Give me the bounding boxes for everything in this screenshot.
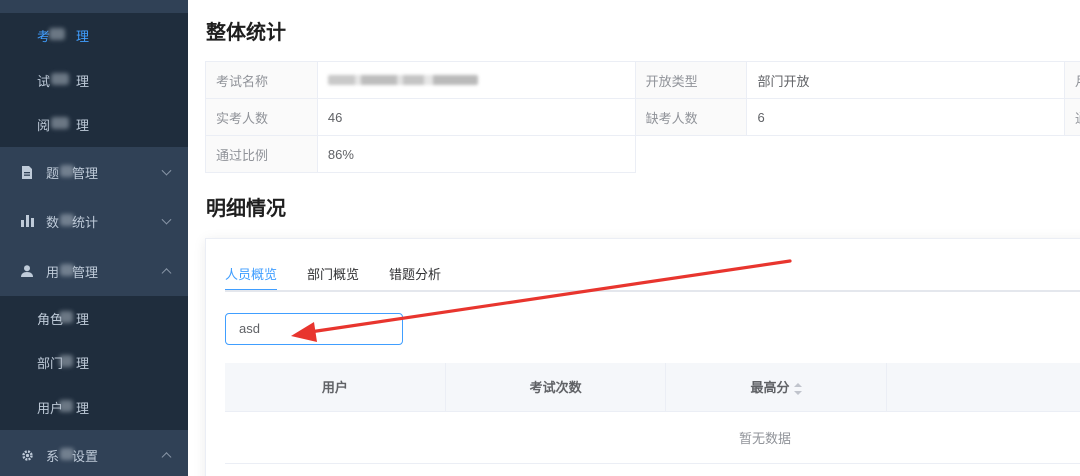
sidebar-item-label: 题库管理	[46, 164, 99, 181]
table-empty-row: 暂无数据	[225, 411, 1080, 464]
chevron-up-icon	[161, 452, 172, 463]
redaction-blur	[59, 355, 73, 367]
stats-row: 考试名称 开放类型 部门开放 月	[205, 61, 1080, 99]
sort-icon[interactable]	[793, 382, 802, 395]
search-input[interactable]: asd	[225, 313, 403, 345]
overall-stats-title: 整体统计	[206, 20, 286, 44]
sidebar-menu-question-management[interactable]: 题库管理	[0, 147, 188, 197]
sidebar-item-label: 试卷管理	[37, 73, 90, 89]
redaction-blur	[60, 263, 74, 276]
redaction-blur	[60, 164, 74, 177]
column-header-highest-score[interactable]: 最高分	[665, 363, 887, 412]
column-header-user: 用户	[225, 363, 446, 412]
user-icon	[20, 264, 34, 278]
sidebar-item-label: 系统设置	[46, 447, 99, 464]
stat-label: 开放类型	[634, 61, 748, 99]
stat-label: 缺考人数	[634, 98, 748, 136]
chevron-down-icon	[161, 214, 172, 225]
chevron-down-icon	[161, 165, 172, 176]
stat-label: 通	[1063, 98, 1080, 136]
overall-stats-table: 考试名称 开放类型 部门开放 月 实考人数 46 缺考人数 6 通 通过比例 8…	[205, 61, 1080, 173]
chevron-up-icon	[161, 268, 172, 279]
redaction-blur	[59, 311, 73, 323]
exam-name-value	[316, 61, 636, 99]
sidebar-menu-system-settings[interactable]: 系统设置	[0, 430, 188, 476]
sidebar-item-label: 用户管理	[46, 263, 99, 280]
sidebar-menu-data-statistics[interactable]: 数据统计	[0, 196, 188, 246]
empty-text: 暂无数据	[225, 411, 1080, 464]
stat-label: 月	[1063, 61, 1080, 99]
detail-card: 人员概览 部门概览 错题分析 asd 用户 考试次数 最高分 暂无数据	[205, 238, 1080, 476]
tab-personnel-overview[interactable]: 人员概览	[225, 265, 278, 291]
stat-value: 46	[316, 98, 636, 136]
bar-chart-icon	[20, 214, 34, 228]
tabs-divider	[225, 290, 1080, 292]
sidebar-item-user-management[interactable]: 用户管理	[0, 385, 188, 430]
stat-label: 通过比例	[205, 135, 318, 173]
redaction-blur	[60, 213, 74, 226]
stat-label: 考试名称	[205, 61, 318, 99]
stat-value: 86%	[316, 135, 636, 173]
redaction-blur	[327, 74, 478, 85]
table-header-row: 用户 考试次数 最高分	[225, 363, 1080, 412]
stats-row: 通过比例 86%	[205, 135, 1080, 173]
sidebar-item-label: 角色管理	[37, 311, 90, 327]
document-icon	[20, 165, 34, 179]
stat-label: 实考人数	[205, 98, 318, 136]
sidebar-menu-user-management[interactable]: 用户管理	[0, 246, 188, 296]
sidebar: 考试管理 试卷管理 阅卷管理 题库管理 数据统计	[0, 0, 188, 476]
tab-department-overview[interactable]: 部门概览	[307, 265, 359, 291]
sidebar-item-label: 阅卷管理	[37, 117, 90, 133]
sidebar-item-label: 考试管理	[37, 28, 90, 44]
tab-wrong-question-analysis[interactable]: 错题分析	[389, 265, 441, 291]
detail-tabs: 人员概览 部门概览 错题分析	[225, 265, 471, 291]
redaction-blur	[51, 73, 69, 85]
main-content: 整体统计 考试名称 开放类型 部门开放 月 实考人数 46 缺考人数 6 通 通…	[188, 0, 1080, 476]
sidebar-item-role-management[interactable]: 角色管理	[0, 296, 188, 341]
gear-icon	[20, 448, 34, 462]
sidebar-item-label: 用户管理	[37, 400, 90, 416]
sidebar-item-grading-management[interactable]: 阅卷管理	[0, 102, 188, 147]
detail-table: 用户 考试次数 最高分 暂无数据	[225, 363, 1080, 464]
column-header-exam-count: 考试次数	[445, 363, 667, 412]
stat-value: 6	[746, 98, 1065, 136]
sidebar-item-label: 部门管理	[37, 355, 90, 371]
redaction-blur	[51, 117, 69, 129]
redaction-blur	[60, 447, 74, 460]
sidebar-item-department-management[interactable]: 部门管理	[0, 340, 188, 385]
redaction-blur	[49, 28, 65, 40]
stats-row: 实考人数 46 缺考人数 6 通	[205, 98, 1080, 136]
stat-value: 部门开放	[746, 61, 1065, 99]
redaction-blur	[59, 400, 73, 412]
sidebar-item-paper-management[interactable]: 试卷管理	[0, 58, 188, 103]
detail-title: 明细情况	[206, 196, 286, 220]
column-header-extra	[886, 363, 1080, 412]
sidebar-item-exam-management[interactable]: 考试管理	[0, 13, 188, 58]
sidebar-item-label: 数据统计	[46, 213, 99, 230]
